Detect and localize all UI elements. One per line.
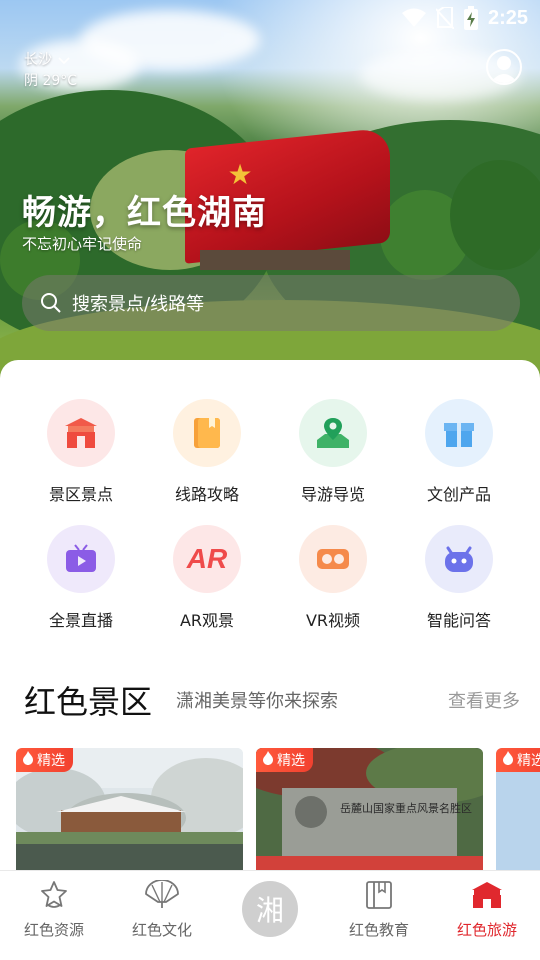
city-label: 长沙: [24, 52, 52, 68]
entry-ar[interactable]: AR AR观景: [147, 525, 267, 631]
badge-label: 精选: [517, 753, 540, 769]
no-sim-icon: [435, 7, 454, 29]
entry-label: 景区景点: [48, 485, 113, 504]
search-icon: [40, 292, 62, 314]
book-icon: [329, 877, 429, 913]
status-bar: 2:25: [0, 0, 540, 36]
user-avatar-icon[interactable]: [486, 49, 522, 85]
featured-badge: 精选: [256, 748, 313, 772]
scenic-card[interactable]: 精选: [16, 748, 243, 870]
search-input[interactable]: 搜索景点/线路等: [72, 290, 204, 316]
badge-label: 精选: [277, 753, 305, 769]
nav-red-resources[interactable]: 红色资源: [4, 877, 104, 940]
fan-icon: [112, 877, 212, 913]
entry-products[interactable]: 文创产品: [399, 399, 519, 505]
entry-label: 智能问答: [426, 611, 491, 630]
flame-icon: [22, 751, 34, 769]
nav-red-education[interactable]: 红色教育: [329, 877, 429, 940]
weather-label: 阴 29°C: [24, 73, 78, 89]
entry-label: 导游导览: [300, 485, 365, 504]
map-pin-icon: [299, 399, 367, 467]
badge-label: 精选: [37, 753, 65, 769]
scenic-card-list: 精选 岳麓山国家重点风景名胜区 精选 精选: [16, 748, 540, 870]
battery-charging-icon: [463, 6, 478, 30]
section-header: 红色景区 潇湘美景等你来探索 查看更多: [24, 678, 520, 722]
wifi-icon: [401, 8, 426, 28]
entry-label: 线路攻略: [174, 485, 239, 504]
entry-label: 文创产品: [426, 485, 491, 504]
entry-vr[interactable]: VR视频: [273, 525, 393, 631]
route-book-icon: [173, 399, 241, 467]
entry-routes[interactable]: 线路攻略: [147, 399, 267, 505]
pavilion-icon: [437, 877, 537, 913]
nav-label: 红色教育: [348, 921, 409, 939]
gift-box-icon: [425, 399, 493, 467]
bottom-navigation: 红色资源 红色文化 湘 红色教育 红色旅游: [0, 870, 540, 960]
robot-icon: [425, 525, 493, 593]
section-title: 红色景区: [24, 683, 153, 721]
nav-red-tourism[interactable]: 红色旅游: [437, 877, 537, 940]
vr-glasses-icon: [299, 525, 367, 593]
entry-guide[interactable]: 导游导览: [273, 399, 393, 505]
status-time: 2:25: [487, 6, 528, 29]
hero-title: 畅游，红色湖南: [22, 193, 267, 233]
sculpture-base: [200, 250, 350, 270]
entry-label: VR视频: [305, 611, 361, 630]
live-tv-icon: [47, 525, 115, 593]
view-more-link[interactable]: 查看更多: [448, 687, 520, 713]
flame-icon: [262, 751, 274, 769]
yuelu-sign-text: 岳麓山国家重点风景名胜区: [340, 802, 472, 815]
xiang-center-icon[interactable]: 湘: [242, 881, 298, 937]
hero-subtitle: 不忘初心牢记使命: [22, 235, 143, 253]
entry-label: 全景直播: [48, 611, 113, 630]
nav-label: 红色旅游: [456, 921, 517, 939]
nav-label: 红色资源: [23, 921, 84, 939]
scenic-gate-icon: [47, 399, 115, 467]
flame-icon: [502, 751, 514, 769]
chevron-down-icon: [58, 56, 70, 65]
entry-qa[interactable]: 智能问答: [399, 525, 519, 631]
nav-red-culture[interactable]: 红色文化: [112, 877, 212, 940]
section-subtitle: 潇湘美景等你来探索: [176, 691, 339, 712]
location-selector[interactable]: 长沙 阴 29°C: [24, 50, 77, 92]
search-bar[interactable]: 搜索景点/线路等: [22, 275, 520, 331]
featured-badge: 精选: [496, 748, 540, 772]
star-badge-icon: [4, 877, 104, 913]
content-panel: 景区景点 线路攻略 导游导览 文创产品 全景直播 AR AR观景 VR视频 智能…: [0, 360, 540, 870]
featured-badge: 精选: [16, 748, 73, 772]
entry-scenic-spots[interactable]: 景区景点: [21, 399, 141, 505]
ar-icon: AR: [173, 525, 241, 593]
scenic-card[interactable]: 岳麓山国家重点风景名胜区 精选: [256, 748, 483, 870]
entry-live[interactable]: 全景直播: [21, 525, 141, 631]
scenic-card[interactable]: 精选: [496, 748, 540, 870]
nav-label: 红色文化: [131, 921, 192, 939]
entry-label: AR观景: [179, 611, 235, 630]
